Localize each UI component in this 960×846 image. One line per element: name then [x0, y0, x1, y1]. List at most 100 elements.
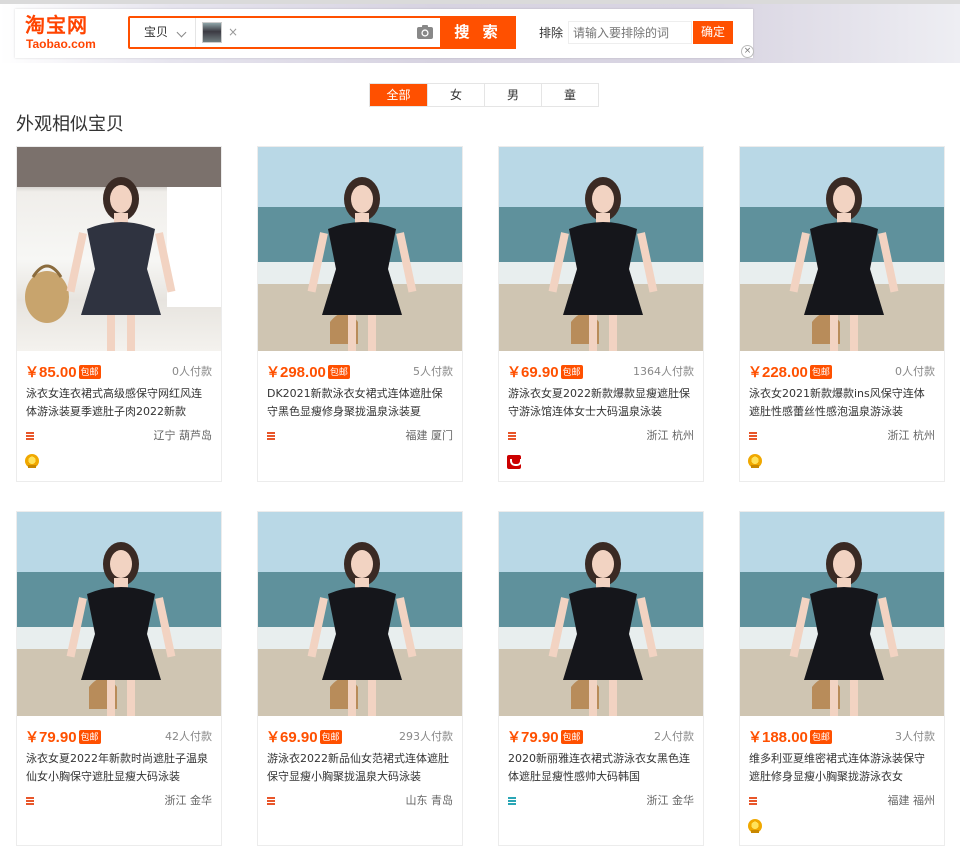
section-title: 外观相似宝贝 — [16, 114, 124, 135]
product-title[interactable]: 游泳衣女夏2022新款爆款显瘦遮肚保守游泳馆连体女士大码温泉泳装 — [508, 385, 694, 421]
store-icon[interactable] — [26, 432, 34, 440]
image-search-thumbnail[interactable] — [202, 22, 222, 43]
search-panel: 淘宝网 Taobao.com 宝贝 × 搜 索 排除 确定 — [15, 9, 753, 58]
product-photo — [499, 147, 703, 351]
free-shipping-badge: 包邮 — [809, 365, 832, 379]
close-icon[interactable]: × — [741, 45, 754, 58]
tab-men[interactable]: 男 — [484, 84, 541, 106]
store-icon[interactable] — [267, 432, 275, 440]
tab-kids[interactable]: 童 — [541, 84, 598, 106]
product-price: ￥188.00 包邮 — [748, 728, 832, 747]
sales-count: 5人付款 — [413, 365, 453, 378]
product-card[interactable]: ￥228.00 包邮 0人付款泳衣女2021新款爆款ins风保守连体遮肚性感蕾丝性感… — [739, 146, 945, 482]
product-price: ￥85.00 包邮 — [25, 363, 101, 382]
product-card[interactable]: ￥69.90 包邮 293人付款游泳衣2022新品仙女范裙式连体遮肚保守显瘦小胸聚拢… — [257, 511, 463, 846]
sales-count: 1364人付款 — [633, 365, 694, 378]
free-shipping-badge: 包邮 — [78, 730, 101, 744]
logo-en: Taobao.com — [26, 37, 96, 51]
product-image[interactable] — [740, 512, 944, 716]
currency-symbol: ￥ — [25, 364, 39, 380]
product-title[interactable]: 2020新丽雅连衣裙式游泳衣女黑色连体遮肚显瘦性感帅大码韩国 — [508, 750, 694, 786]
product-image[interactable] — [499, 147, 703, 351]
seller-location: 福建 厦门 — [405, 429, 454, 442]
store-icon[interactable] — [749, 797, 757, 805]
currency-symbol: ￥ — [748, 364, 762, 380]
product-price: ￥79.90 包邮 — [25, 728, 101, 747]
product-image[interactable] — [740, 147, 944, 351]
product-title[interactable]: 泳衣女夏2022年新款时尚遮肚子温泉仙女小胸保守遮肚显瘦大码泳装 — [26, 750, 212, 786]
product-price: ￥298.00 包邮 — [266, 363, 350, 382]
exclude-label: 排除 — [539, 26, 564, 40]
search-button[interactable]: 搜 索 — [440, 16, 516, 49]
free-shipping-badge: 包邮 — [809, 730, 832, 744]
product-card[interactable]: ￥298.00 包邮 5人付款 DK2021新款泳衣女裙式连体遮肚保守黑色显瘦修身聚拢… — [257, 146, 463, 482]
store-icon[interactable] — [508, 432, 516, 440]
thumbnail-remove-icon[interactable]: × — [228, 23, 238, 41]
product-card[interactable]: ￥69.90 包邮 1364人付款游泳衣女夏2022新款爆款显瘦遮肚保守游泳馆连体女… — [498, 146, 704, 482]
currency-symbol: ￥ — [266, 729, 280, 745]
price-value: 79.90 — [521, 729, 559, 746]
product-image[interactable] — [258, 512, 462, 716]
product-image[interactable] — [499, 512, 703, 716]
price-value: 298.00 — [280, 364, 326, 381]
product-title[interactable]: 维多利亚夏维密裙式连体游泳装保守遮肚修身显瘦小胸聚拢游泳衣女 — [749, 750, 935, 786]
free-shipping-badge: 包邮 — [78, 365, 101, 379]
product-card[interactable]: ￥79.90 包邮 2人付款 2020新丽雅连衣裙式游泳衣女黑色连体遮肚显瘦性感帅大码… — [498, 511, 704, 846]
exclude-input[interactable] — [568, 21, 692, 44]
product-image[interactable] — [17, 147, 221, 351]
price-value: 69.90 — [521, 364, 559, 381]
camera-icon[interactable] — [416, 24, 434, 40]
price-value: 188.00 — [762, 729, 808, 746]
taobao-logo[interactable]: 淘宝网 Taobao.com — [25, 13, 111, 53]
sales-count: 293人付款 — [399, 730, 453, 743]
currency-symbol: ￥ — [25, 729, 39, 745]
price-value: 79.90 — [39, 729, 77, 746]
store-icon[interactable] — [267, 797, 275, 805]
product-price: ￥228.00 包邮 — [748, 363, 832, 382]
product-title[interactable]: DK2021新款泳衣女裙式连体遮肚保守黑色显瘦修身聚拢温泉泳装夏 — [267, 385, 453, 421]
logo-cn: 淘宝网 — [25, 13, 88, 37]
confirm-button[interactable]: 确定 — [693, 21, 733, 44]
product-title[interactable]: 游泳衣2022新品仙女范裙式连体遮肚保守显瘦小胸聚拢温泉大码泳装 — [267, 750, 453, 786]
product-card[interactable]: ￥79.90 包邮 42人付款泳衣女夏2022年新款时尚遮肚子温泉仙女小胸保守遮肚显… — [16, 511, 222, 846]
seller-location: 辽宁 葫芦岛 — [153, 429, 213, 442]
price-value: 85.00 — [39, 364, 77, 381]
sales-count: 42人付款 — [165, 730, 212, 743]
tab-all[interactable]: 全部 — [370, 84, 427, 106]
free-shipping-badge: 包邮 — [560, 730, 583, 744]
product-card[interactable]: ￥188.00 包邮 3人付款 维多利亚夏维密裙式连体游泳装保守遮肚修身显瘦小胸聚拢游… — [739, 511, 945, 846]
product-image[interactable] — [258, 147, 462, 351]
chevron-down-icon — [176, 27, 187, 38]
product-card[interactable]: ￥85.00 包邮 0人付款泳衣女连衣裙式高级感保守网红风连体游泳装夏季遮肚子肉20… — [16, 146, 222, 482]
seller-location: 山东 青岛 — [405, 794, 454, 807]
store-icon[interactable] — [508, 797, 516, 805]
product-photo — [258, 147, 462, 351]
product-price: ￥69.90 包邮 — [507, 363, 583, 382]
currency-symbol: ￥ — [507, 729, 521, 745]
seller-location: 浙江 金华 — [646, 794, 695, 807]
sales-count: 0人付款 — [172, 365, 212, 378]
tmall-icon — [507, 455, 522, 469]
crown-badge-icon — [748, 454, 762, 468]
sales-count: 0人付款 — [895, 365, 935, 378]
tab-women[interactable]: 女 — [427, 84, 484, 106]
free-shipping-badge: 包邮 — [560, 365, 583, 379]
sales-count: 2人付款 — [654, 730, 694, 743]
product-price: ￥79.90 包邮 — [507, 728, 583, 747]
store-icon[interactable] — [26, 797, 34, 805]
currency-symbol: ￥ — [507, 364, 521, 380]
product-photo — [17, 147, 221, 351]
product-title[interactable]: 泳衣女2021新款爆款ins风保守连体遮肚性感蕾丝性感泡温泉游泳装 — [749, 385, 935, 421]
product-photo — [740, 147, 944, 351]
product-image[interactable] — [17, 512, 221, 716]
seller-location: 福建 福州 — [887, 794, 936, 807]
product-photo — [17, 512, 221, 716]
store-icon[interactable] — [749, 432, 757, 440]
search-scope-select[interactable]: 宝贝 — [130, 18, 196, 47]
product-title[interactable]: 泳衣女连衣裙式高级感保守网红风连体游泳装夏季遮肚子肉2022新款 — [26, 385, 212, 421]
search-scope-label: 宝贝 — [144, 25, 169, 39]
seller-location: 浙江 杭州 — [887, 429, 936, 442]
free-shipping-badge: 包邮 — [319, 730, 342, 744]
product-price: ￥69.90 包邮 — [266, 728, 342, 747]
seller-location: 浙江 金华 — [164, 794, 213, 807]
